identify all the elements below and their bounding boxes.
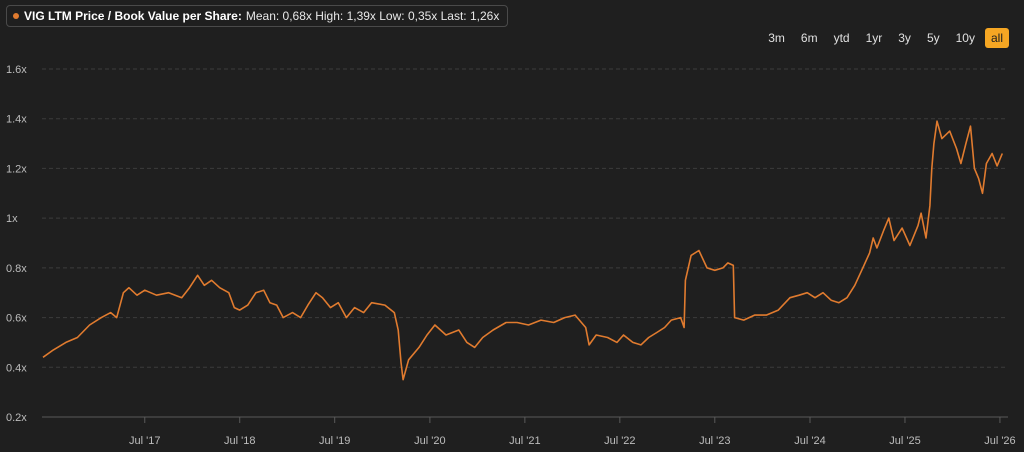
y-tick-label: 0.6x xyxy=(6,313,27,325)
x-tick-label: Jul '26 xyxy=(984,435,1015,447)
y-tick-label: 0.8x xyxy=(6,263,27,275)
x-tick-label: Jul '21 xyxy=(509,435,540,447)
y-tick-label: 0.2x xyxy=(6,412,27,424)
x-tick-label: Jul '18 xyxy=(224,435,255,447)
y-tick-label: 1.6x xyxy=(6,64,27,76)
y-tick-label: 1.4x xyxy=(6,114,27,126)
x-tick-label: Jul '19 xyxy=(319,435,350,447)
y-tick-label: 0.4x xyxy=(6,362,27,374)
price-book-chart: 0.2x 0.4x 0.6x 0.8x 1x 1.2x 1.4x 1.6x Jul '17 Jul… xyxy=(6,64,1016,447)
x-tick-label: Jul '23 xyxy=(699,435,730,447)
x-tick-label: Jul '25 xyxy=(889,435,920,447)
x-tick-label: Jul '22 xyxy=(604,435,635,447)
y-tick-label: 1x xyxy=(6,213,18,225)
series-line-0 xyxy=(42,120,1004,381)
x-tick-label: Jul '24 xyxy=(794,435,825,447)
x-tick-label: Jul '20 xyxy=(414,435,445,447)
y-tick-label: 1.2x xyxy=(6,163,27,175)
x-tick-label: Jul '17 xyxy=(129,435,160,447)
